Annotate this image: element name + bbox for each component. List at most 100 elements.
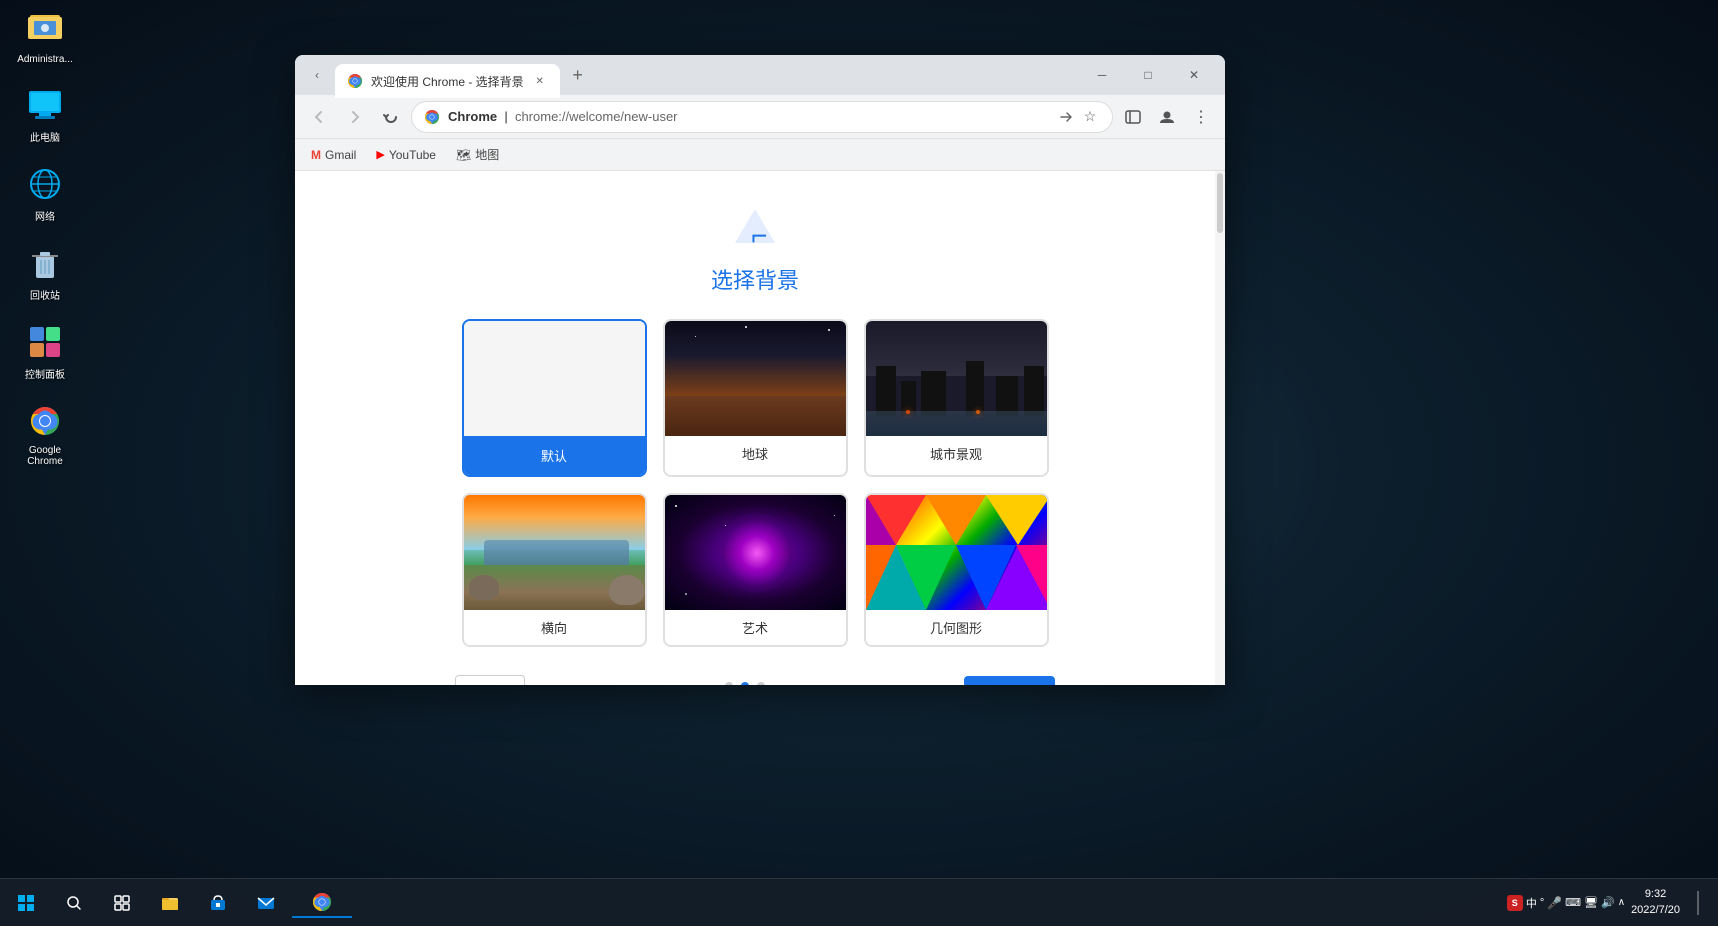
address-text: Chrome | chrome://welcome/new-user — [448, 109, 1048, 124]
maximize-btn[interactable]: □ — [1125, 59, 1171, 91]
toolbar: Chrome | chrome://welcome/new-user ☆ ⋮ — [295, 95, 1225, 139]
scrollbar-thumb[interactable] — [1217, 173, 1223, 233]
bg-card-earth-label: 地球 — [665, 436, 846, 471]
chrome-logo-area: ⌐ — [335, 191, 1175, 263]
mic-icon[interactable]: 🎤 — [1547, 896, 1562, 910]
desktop-icons-container: Administra... 此电脑 — [10, 10, 80, 467]
sougou-input-icon[interactable]: S — [1507, 895, 1523, 911]
chrome-window: ‹ 欢迎使用 Chrome - 选择背景 ✕ — [295, 55, 1225, 685]
taskbar-left — [0, 881, 352, 925]
store-button[interactable] — [196, 881, 240, 925]
start-button[interactable] — [4, 881, 48, 925]
bg-card-landscape-label: 横向 — [464, 610, 645, 645]
dot-2[interactable] — [741, 682, 749, 685]
background-grid: 默认 地球 — [462, 319, 1049, 647]
desktop-icon-my-computer-label: 此电脑 — [30, 129, 60, 144]
mail-button[interactable] — [244, 881, 288, 925]
bg-card-default[interactable]: 默认 — [462, 319, 647, 477]
share-icon[interactable] — [1056, 107, 1076, 127]
bg-card-landscape[interactable]: 横向 — [462, 493, 647, 647]
input-method-icon[interactable]: 中 — [1526, 895, 1537, 911]
bg-card-geo[interactable]: 几何图形 — [864, 493, 1049, 647]
tab-favicon — [347, 73, 363, 89]
bookmark-star-icon[interactable]: ☆ — [1080, 107, 1100, 127]
desktop-icon-control-panel-label: 控制面板 — [25, 366, 65, 381]
toolbar-right: ⋮ — [1117, 101, 1217, 133]
sidebar-toggle-btn[interactable] — [1117, 101, 1149, 133]
new-tab-btn[interactable]: + — [564, 61, 592, 89]
address-icons: ☆ — [1056, 107, 1100, 127]
tab-area: 欢迎使用 Chrome - 选择背景 ✕ + — [335, 55, 1071, 95]
desktop-icon-recycle-bin-label: 回收站 — [30, 287, 60, 302]
page-inner: ⌐ 选择背景 默认 — [295, 171, 1215, 685]
overflow-icon[interactable]: ∧ — [1618, 897, 1625, 908]
dot-1 — [725, 682, 733, 685]
tab-close-btn[interactable]: ✕ — [532, 73, 548, 89]
clock-time: 9:32 — [1631, 887, 1680, 902]
taskbar: S 中 ° 🎤 ⌨ 🖥 🔊 ∧ 9:32 2022/7/20 — [0, 878, 1718, 926]
bg-card-geo-label: 几何图形 — [866, 610, 1047, 645]
back-btn[interactable] — [303, 101, 335, 133]
bg-card-city[interactable]: 城市景观 — [864, 319, 1049, 477]
reload-btn[interactable] — [375, 101, 407, 133]
bg-card-art[interactable]: 艺术 — [663, 493, 848, 647]
desktop-icon-google-chrome[interactable]: Google Chrome — [10, 401, 80, 467]
address-bar[interactable]: Chrome | chrome://welcome/new-user ☆ — [411, 101, 1113, 133]
active-tab[interactable]: 欢迎使用 Chrome - 选择背景 ✕ — [335, 64, 560, 98]
bookmark-maps[interactable]: 🗺 地图 — [448, 142, 507, 167]
volume-icon[interactable]: 🔊 — [1601, 896, 1615, 909]
dot-3 — [757, 682, 765, 685]
desktop-icon-recycle-bin[interactable]: 回收站 — [10, 243, 80, 302]
desktop-icon-administrator[interactable]: Administra... — [10, 10, 80, 65]
desktop-icon-google-chrome-label: Google Chrome — [10, 445, 80, 467]
bookmarks-bar: M Gmail ▶ YouTube 🗺 地图 — [295, 139, 1225, 171]
desktop-icon-network[interactable]: 网络 — [10, 164, 80, 223]
bookmark-gmail-label: Gmail — [325, 148, 356, 162]
chrome-logo: ⌐ — [731, 207, 779, 255]
pagination-dots — [725, 682, 765, 685]
next-button-label: 下一步 — [984, 684, 1026, 685]
show-desktop-btn[interactable] — [1686, 881, 1710, 925]
next-button[interactable]: 下一步 › — [964, 676, 1055, 685]
tab-scroll-left[interactable]: ‹ — [303, 61, 331, 89]
bg-card-art-label: 艺术 — [665, 610, 846, 645]
desktop-icon-my-computer[interactable]: 此电脑 — [10, 85, 80, 144]
network-tray-icon[interactable]: 🖥 — [1584, 896, 1598, 909]
taskbar-time: 9:32 2022/7/20 — [1631, 887, 1680, 918]
scrollbar[interactable] — [1215, 171, 1225, 685]
bg-card-earth[interactable]: 地球 — [663, 319, 848, 477]
chrome-taskbar-app[interactable] — [292, 888, 352, 918]
clock-date: 2022/7/20 — [1631, 903, 1680, 918]
taskbar-right: S 中 ° 🎤 ⌨ 🖥 🔊 ∧ 9:32 2022/7/20 — [1507, 881, 1718, 925]
desktop: Administra... 此电脑 — [0, 0, 1718, 926]
page-title: 选择背景 — [711, 263, 799, 295]
file-explorer-button[interactable] — [148, 881, 192, 925]
bookmark-maps-label: 地图 — [475, 146, 499, 163]
desktop-icon-administrator-label: Administra... — [17, 54, 73, 65]
bg-card-city-label: 城市景观 — [866, 436, 1047, 471]
bottom-row: 跳过 下一步 › — [455, 675, 1055, 685]
forward-btn[interactable] — [339, 101, 371, 133]
punctuation-icon[interactable]: ° — [1540, 897, 1544, 909]
bookmark-youtube[interactable]: ▶ YouTube — [368, 144, 444, 166]
desktop-icon-network-label: 网络 — [35, 208, 55, 223]
search-button[interactable] — [52, 881, 96, 925]
minimize-btn[interactable]: ─ — [1079, 59, 1125, 91]
bg-card-default-label: 默认 — [464, 436, 645, 475]
tab-title: 欢迎使用 Chrome - 选择背景 — [371, 73, 524, 90]
keyboard-icon[interactable]: ⌨ — [1565, 896, 1581, 909]
account-btn[interactable] — [1151, 101, 1183, 133]
bookmark-gmail[interactable]: M Gmail — [303, 144, 364, 166]
svg-text:⌐: ⌐ — [751, 220, 767, 251]
address-favicon — [424, 109, 440, 125]
window-controls: ─ □ ✕ — [1079, 59, 1217, 91]
bookmark-youtube-label: YouTube — [389, 148, 436, 162]
page-content: ⌐ 选择背景 默认 — [295, 171, 1225, 685]
skip-button[interactable]: 跳过 — [455, 675, 525, 685]
system-tray: S 中 ° 🎤 ⌨ 🖥 🔊 ∧ — [1507, 895, 1625, 911]
desktop-icon-control-panel[interactable]: 控制面板 — [10, 322, 80, 381]
menu-btn[interactable]: ⋮ — [1185, 101, 1217, 133]
title-bar: ‹ 欢迎使用 Chrome - 选择背景 ✕ — [295, 55, 1225, 95]
task-view-button[interactable] — [100, 881, 144, 925]
close-btn[interactable]: ✕ — [1171, 59, 1217, 91]
